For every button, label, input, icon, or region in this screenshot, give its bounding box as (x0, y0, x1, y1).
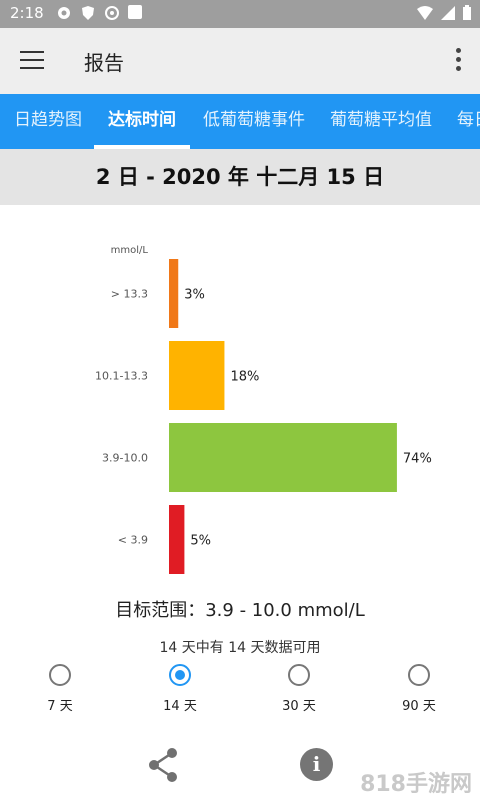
period-label-14: 14 天 (163, 699, 197, 714)
menu-icon[interactable] (20, 51, 44, 69)
tab-time-in-target[interactable]: 达标时间 (108, 94, 176, 149)
shield-icon (82, 6, 94, 20)
category-label: 10.1-13.3 (95, 370, 148, 383)
page-title: 报告 (84, 51, 124, 75)
period-radio-14[interactable] (169, 664, 191, 686)
category-label: > 13.3 (111, 288, 148, 301)
status-time: 2:18 (10, 4, 44, 22)
data-availability: 14 天中有 14 天数据可用 (159, 640, 321, 656)
period-radio-7[interactable] (49, 664, 71, 686)
period-label-7: 7 天 (47, 699, 73, 714)
target-range: 目标范围：3.9 - 10.0 mmol/L (115, 600, 365, 621)
sync-icon (105, 6, 119, 20)
signal-icon (441, 6, 455, 20)
period-label-30: 30 天 (282, 699, 316, 714)
status-bar: 2:18 (0, 0, 480, 28)
percent-label: 18% (230, 370, 259, 385)
app-bar: 报告 (0, 28, 480, 94)
range-bar (169, 423, 397, 492)
sd-card-icon (128, 5, 142, 19)
time-in-target-chart: mmol/L > 13.3 3% 10.1-13.3 18% 3.9-10.0 74% < … (95, 245, 432, 574)
period-radio-30[interactable] (288, 664, 310, 686)
category-label: < 3.9 (118, 534, 148, 547)
settings-icon (58, 7, 70, 19)
range-bar (169, 505, 185, 574)
tab-daily-trend[interactable]: 日趋势图 (14, 94, 82, 149)
system-icons (416, 5, 472, 21)
more-options-icon[interactable] (456, 48, 462, 75)
range-bar (169, 341, 225, 410)
report-tabs: 日趋势图 达标时间 低葡萄糖事件 葡萄糖平均值 每日 (0, 94, 480, 149)
tab-low-glucose-events[interactable]: 低葡萄糖事件 (203, 94, 305, 149)
percent-label: 74% (403, 452, 432, 467)
period-radio-90[interactable] (408, 664, 430, 686)
info-icon[interactable]: i (300, 748, 333, 781)
range-bar (169, 259, 179, 328)
watermark: 818手游网 (360, 772, 472, 797)
period-label-90: 90 天 (402, 699, 436, 714)
date-range: 2 日 - 2020 年 十二月 15 日 (0, 149, 480, 205)
wifi-icon (417, 6, 433, 20)
chart-unit-label: mmol/L (111, 245, 149, 256)
tab-daily[interactable]: 每日 (457, 94, 480, 149)
notification-icons (56, 5, 142, 21)
battery-icon (463, 5, 471, 20)
share-icon[interactable] (146, 745, 180, 785)
category-label: 3.9-10.0 (102, 452, 148, 465)
tab-average-glucose[interactable]: 葡萄糖平均值 (330, 94, 432, 149)
percent-label: 3% (184, 288, 205, 303)
percent-label: 5% (190, 534, 211, 549)
